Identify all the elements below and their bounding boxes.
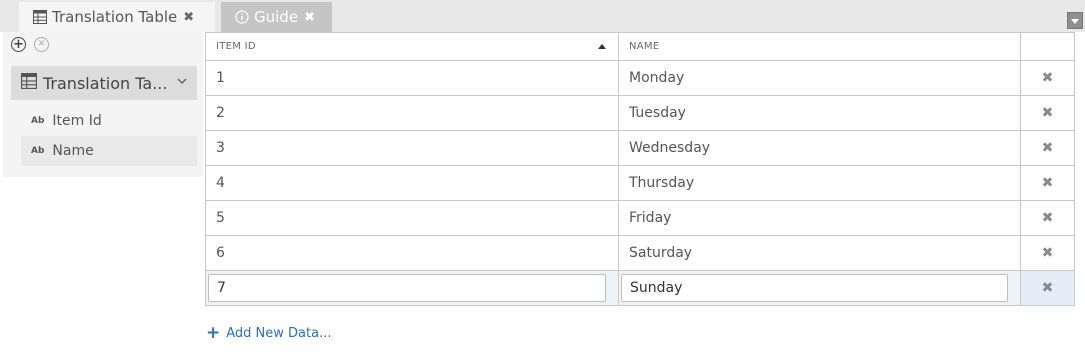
table-row[interactable]: 6 Saturday ✖: [206, 236, 1074, 271]
tree-root-translation-table[interactable]: Translation Ta...: [11, 66, 197, 100]
tab-label: Translation Table: [52, 8, 178, 26]
data-grid: ITEM ID NAME 1 Monday ✖ 2 Tuesday ✖ 3 We…: [205, 32, 1075, 306]
delete-icon[interactable]: ✖: [1042, 70, 1054, 86]
text-type-icon: Ab: [31, 116, 45, 126]
cell-name[interactable]: Tuesday: [619, 96, 1021, 130]
add-icon[interactable]: +: [11, 37, 26, 52]
table-row[interactable]: 4 Thursday ✖: [206, 166, 1074, 201]
cell-name[interactable]: Monday: [619, 61, 1021, 95]
tab-menu-dropdown-button[interactable]: [1067, 12, 1083, 29]
grid-header-row: ITEM ID NAME: [206, 33, 1074, 61]
text-type-icon: Ab: [31, 146, 45, 156]
cell-name-editor: [619, 271, 1021, 305]
tree-toolbar: + ✕: [11, 37, 49, 52]
chevron-down-icon: [1071, 19, 1079, 24]
add-new-data-label: Add New Data...: [226, 326, 332, 341]
cell-item-id-editor: [206, 271, 619, 305]
table-icon: [21, 73, 37, 93]
item-id-input[interactable]: [208, 274, 606, 302]
delete-row-button[interactable]: ✖: [1021, 271, 1074, 305]
remove-icon[interactable]: ✕: [34, 37, 49, 52]
tab-translation-table[interactable]: Translation Table ✖: [19, 2, 215, 32]
delete-row-button[interactable]: ✖: [1021, 166, 1074, 200]
delete-icon[interactable]: ✖: [1042, 280, 1054, 296]
sort-ascending-icon: [598, 44, 606, 49]
column-header-name[interactable]: NAME: [619, 33, 1021, 60]
column-header-label: ITEM ID: [216, 41, 256, 52]
cell-item-id[interactable]: 5: [206, 201, 619, 235]
close-icon[interactable]: ✖: [304, 10, 315, 25]
table-row[interactable]: 1 Monday ✖: [206, 61, 1074, 96]
delete-row-button[interactable]: ✖: [1021, 61, 1074, 95]
chevron-down-icon[interactable]: [177, 76, 187, 86]
column-header-actions: [1021, 33, 1074, 60]
delete-icon[interactable]: ✖: [1042, 105, 1054, 121]
table-row[interactable]: 2 Tuesday ✖: [206, 96, 1074, 131]
delete-row-button[interactable]: ✖: [1021, 96, 1074, 130]
delete-row-button[interactable]: ✖: [1021, 236, 1074, 270]
close-icon[interactable]: ✖: [183, 10, 194, 25]
delete-icon[interactable]: ✖: [1042, 245, 1054, 261]
cell-item-id[interactable]: 2: [206, 96, 619, 130]
table-icon: [33, 10, 47, 24]
add-new-data-link[interactable]: + Add New Data...: [206, 325, 331, 342]
cell-item-id[interactable]: 1: [206, 61, 619, 95]
column-header-item-id[interactable]: ITEM ID: [206, 33, 619, 60]
tab-guide[interactable]: Guide ✖: [221, 2, 332, 32]
tab-strip: Translation Table ✖ Guide ✖: [0, 0, 1085, 32]
cell-name[interactable]: Thursday: [619, 166, 1021, 200]
cell-item-id[interactable]: 4: [206, 166, 619, 200]
plus-icon: +: [206, 323, 221, 343]
tree-item-name[interactable]: Ab Name: [21, 136, 197, 166]
delete-row-button[interactable]: ✖: [1021, 201, 1074, 235]
cell-item-id[interactable]: 6: [206, 236, 619, 270]
tree-item-label: Name: [52, 143, 94, 159]
name-input[interactable]: [621, 274, 1008, 302]
tree-root-label: Translation Ta...: [43, 73, 168, 93]
delete-icon[interactable]: ✖: [1042, 175, 1054, 191]
cell-name[interactable]: Wednesday: [619, 131, 1021, 165]
table-row[interactable]: 5 Friday ✖: [206, 201, 1074, 236]
cell-name[interactable]: Friday: [619, 201, 1021, 235]
cell-name[interactable]: Saturday: [619, 236, 1021, 270]
delete-row-button[interactable]: ✖: [1021, 131, 1074, 165]
delete-icon[interactable]: ✖: [1042, 210, 1054, 226]
table-row[interactable]: 3 Wednesday ✖: [206, 131, 1074, 166]
column-header-label: NAME: [629, 41, 660, 52]
delete-icon[interactable]: ✖: [1042, 140, 1054, 156]
field-tree-panel: + ✕ Translation Ta... Ab Item Id Ab Name: [3, 32, 203, 177]
tree-item-item-id[interactable]: Ab Item Id: [21, 106, 197, 136]
cell-item-id[interactable]: 3: [206, 131, 619, 165]
info-icon: [235, 10, 249, 24]
tree-item-label: Item Id: [52, 113, 102, 129]
table-row-editing[interactable]: ✖: [206, 271, 1074, 306]
tab-label: Guide: [254, 8, 299, 26]
